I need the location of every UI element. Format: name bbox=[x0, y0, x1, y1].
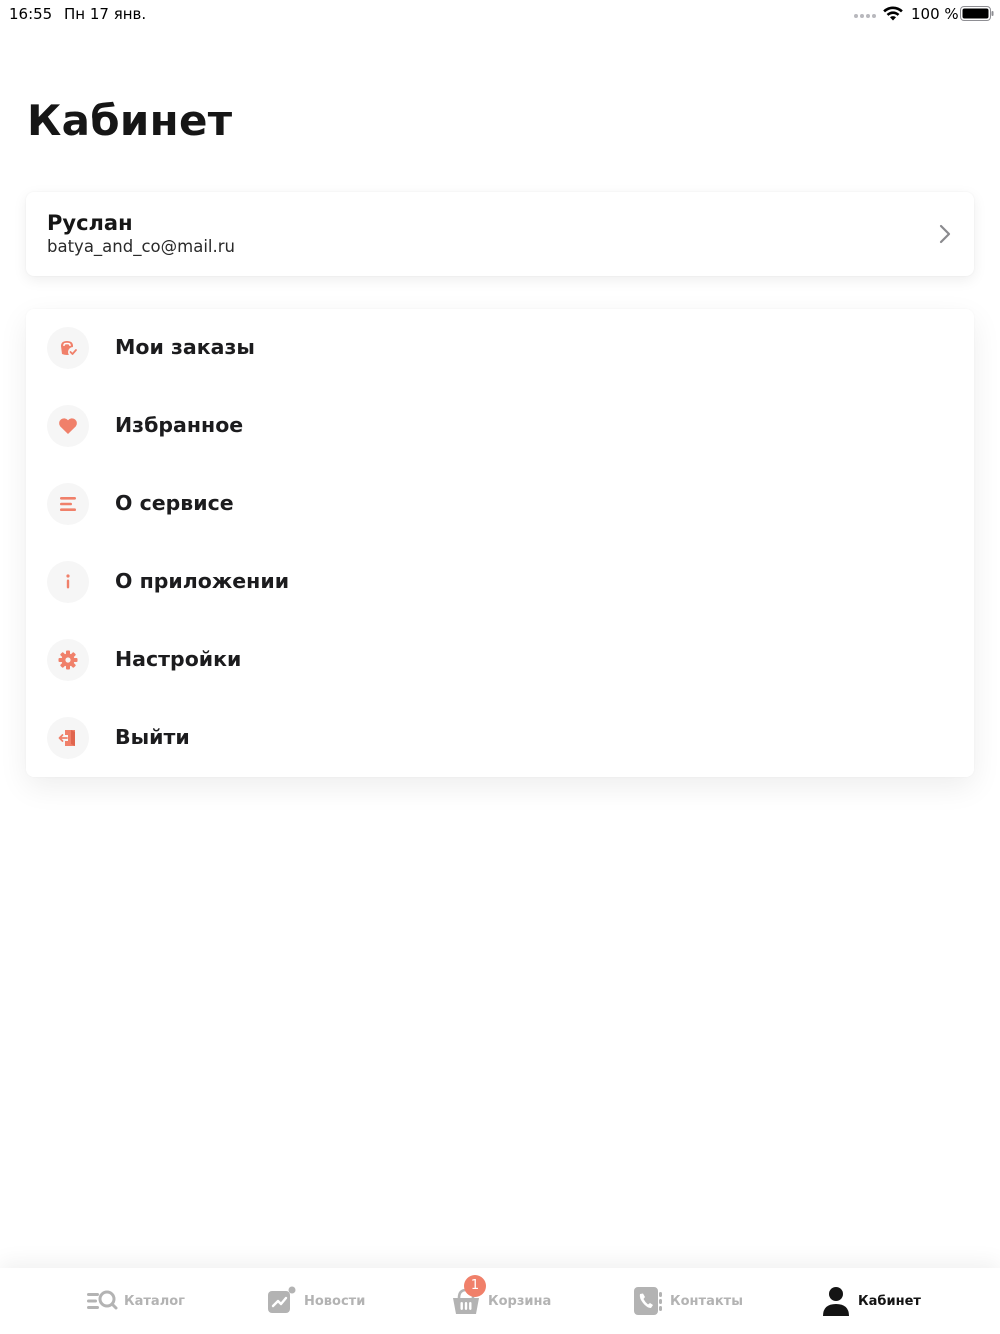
menu-item-label: О приложении bbox=[115, 569, 290, 593]
tab-news[interactable]: Новости bbox=[266, 1284, 365, 1318]
menu-item-label: Настройки bbox=[115, 647, 242, 671]
chevron-right-icon bbox=[939, 224, 951, 244]
orders-icon bbox=[47, 327, 89, 369]
cellular-signal-icon bbox=[854, 14, 876, 20]
tab-bar: Каталог Новости 1 Корзина Контакты Кабин… bbox=[0, 1268, 1000, 1334]
lines-icon bbox=[47, 483, 89, 525]
menu-list: Мои заказы Избранное О сервисе О приложе… bbox=[26, 309, 974, 777]
menu-item-settings[interactable]: Настройки bbox=[26, 621, 974, 699]
tab-catalog[interactable]: Каталог bbox=[86, 1284, 185, 1318]
menu-item-label: О сервисе bbox=[115, 491, 234, 515]
battery-icon bbox=[960, 6, 994, 21]
page-title: Кабинет bbox=[27, 96, 233, 145]
profile-card[interactable]: Руслан batya_and_co@mail.ru bbox=[26, 192, 974, 276]
heart-icon bbox=[47, 405, 89, 447]
tab-label: Кабинет bbox=[858, 1293, 921, 1309]
cart-icon-wrap: 1 bbox=[450, 1275, 486, 1317]
cart-badge: 1 bbox=[464, 1275, 486, 1297]
phone-book-icon bbox=[634, 1287, 662, 1315]
menu-item-orders[interactable]: Мои заказы bbox=[26, 309, 974, 387]
tab-label: Контакты bbox=[670, 1293, 743, 1309]
menu-item-label: Избранное bbox=[115, 413, 244, 437]
tab-contacts[interactable]: Контакты bbox=[632, 1284, 743, 1318]
catalog-search-icon bbox=[87, 1290, 118, 1310]
menu-item-about-app[interactable]: О приложении bbox=[26, 543, 974, 621]
menu-item-favorites[interactable]: Избранное bbox=[26, 387, 974, 465]
tab-cabinet[interactable]: Кабинет bbox=[820, 1284, 921, 1318]
profile-email: batya_and_co@mail.ru bbox=[47, 237, 235, 256]
menu-item-label: Мои заказы bbox=[115, 335, 255, 359]
news-icon bbox=[268, 1286, 296, 1313]
menu-item-logout[interactable]: Выйти bbox=[26, 699, 974, 777]
cabinet-screen: 16:55 Пн 17 янв. 100 % Кабинет Руслан ba… bbox=[0, 0, 1000, 1334]
gear-icon bbox=[47, 639, 89, 681]
status-time: 16:55 bbox=[9, 5, 53, 23]
menu-item-about-service[interactable]: О сервисе bbox=[26, 465, 974, 543]
info-icon bbox=[47, 561, 89, 603]
tab-label: Корзина bbox=[488, 1293, 552, 1309]
battery-percent: 100 % bbox=[911, 5, 959, 23]
logout-icon bbox=[47, 717, 89, 759]
tab-label: Новости bbox=[304, 1293, 366, 1309]
status-date: Пн 17 янв. bbox=[64, 5, 147, 23]
wifi-icon bbox=[883, 6, 903, 21]
profile-name: Руслан bbox=[47, 211, 133, 235]
tab-label: Каталог bbox=[124, 1293, 185, 1309]
person-icon bbox=[823, 1287, 849, 1316]
status-bar: 16:55 Пн 17 янв. 100 % bbox=[0, 0, 1000, 30]
menu-item-label: Выйти bbox=[115, 725, 190, 749]
tab-cart[interactable]: 1 Корзина bbox=[450, 1275, 552, 1318]
